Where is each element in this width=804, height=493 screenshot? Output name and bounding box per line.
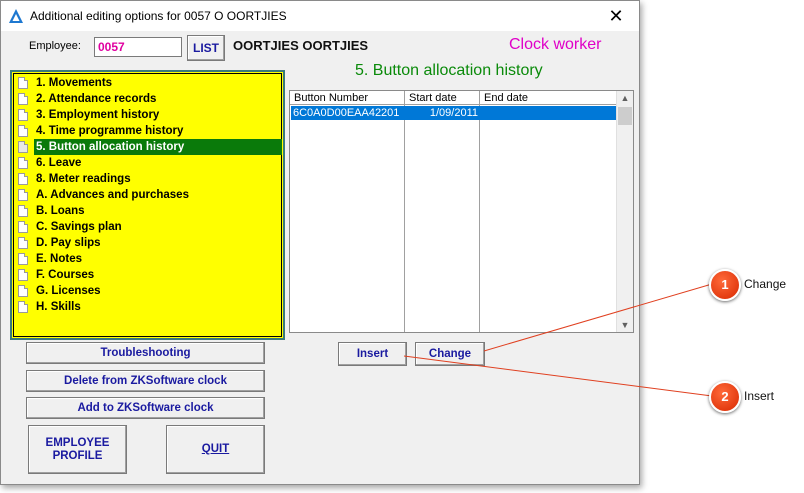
callout-label-insert: Insert xyxy=(744,389,775,403)
callout-line-insert xyxy=(403,355,713,397)
callout-label-change: Change xyxy=(744,277,787,291)
callout-badge-2: 2 xyxy=(709,381,741,413)
callout-badge-1: 1 xyxy=(709,269,741,301)
callout-line-change xyxy=(483,283,713,352)
callout-lines xyxy=(403,283,713,397)
